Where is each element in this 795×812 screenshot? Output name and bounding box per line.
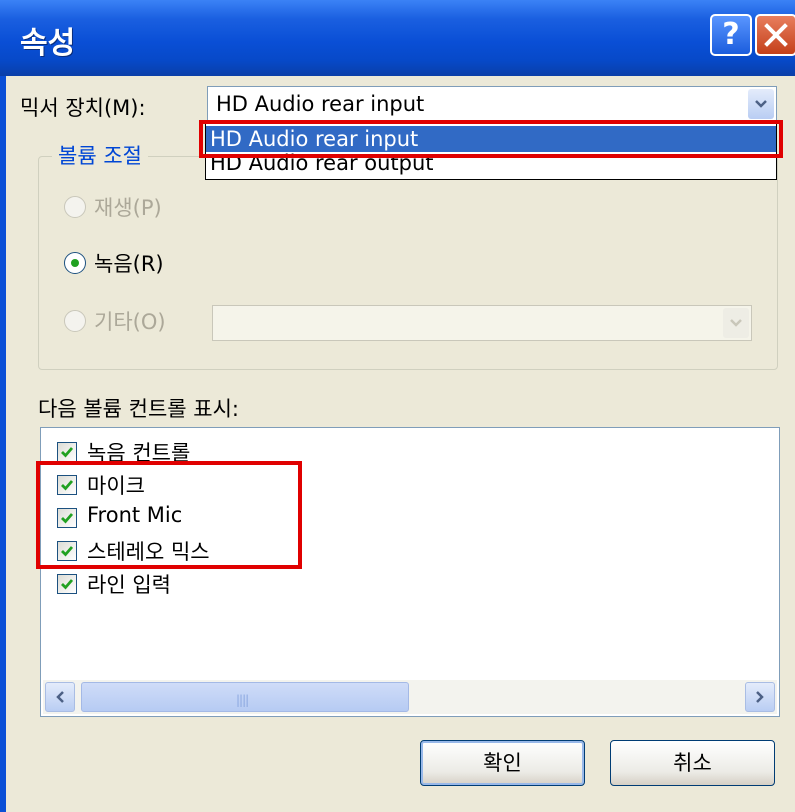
mixer-device-value: HD Audio rear input	[216, 92, 425, 116]
cancel-button[interactable]: 취소	[610, 740, 775, 786]
checkbox-recording-control[interactable]	[57, 442, 77, 462]
radio-playback-label: 재생(P)	[94, 196, 162, 220]
controls-list-label: 다음 볼륨 컨트롤 표시:	[38, 397, 239, 421]
checkmark-icon	[61, 447, 74, 458]
other-device-select[interactable]	[212, 305, 752, 341]
radio-other[interactable]	[64, 310, 86, 332]
radio-other-label: 기타(O)	[94, 310, 166, 334]
checkbox-line-in[interactable]	[57, 574, 77, 594]
scroll-left-button[interactable]	[45, 682, 75, 712]
help-button[interactable]: ?	[710, 14, 752, 56]
window-title: 속성	[20, 26, 76, 61]
radio-playback[interactable]	[64, 196, 86, 218]
ok-button[interactable]: 확인	[420, 740, 585, 786]
mixer-device-select[interactable]: HD Audio rear input	[207, 86, 777, 122]
other-dropdown-button[interactable]	[723, 308, 749, 338]
radio-recording-label: 녹음(R)	[94, 252, 164, 276]
grip-icon: ||||	[236, 693, 249, 707]
radio-recording[interactable]	[64, 252, 86, 274]
chevron-down-icon	[730, 319, 742, 327]
close-icon	[764, 23, 788, 47]
chevron-left-icon	[56, 691, 64, 703]
horizontal-scrollbar[interactable]: ||||	[43, 680, 777, 714]
scrollbar-thumb[interactable]: ||||	[81, 682, 409, 712]
mixer-dropdown-button[interactable]	[748, 89, 774, 119]
close-button[interactable]	[755, 14, 795, 56]
chevron-down-icon	[755, 100, 767, 108]
highlight-annotation-checkboxes	[36, 461, 302, 569]
volume-control-title: 볼륨 조절	[52, 140, 148, 170]
chevron-right-icon	[756, 691, 764, 703]
help-icon: ?	[722, 17, 740, 52]
scroll-right-button[interactable]	[745, 682, 775, 712]
window-frame-left	[0, 76, 6, 812]
highlight-annotation-dropdown	[199, 120, 783, 158]
title-bar: 속성 ?	[0, 0, 795, 76]
list-item-label: 라인 입력	[87, 573, 171, 597]
mixer-device-label: 믹서 장치(M):	[20, 96, 146, 120]
checkmark-icon	[61, 579, 74, 590]
